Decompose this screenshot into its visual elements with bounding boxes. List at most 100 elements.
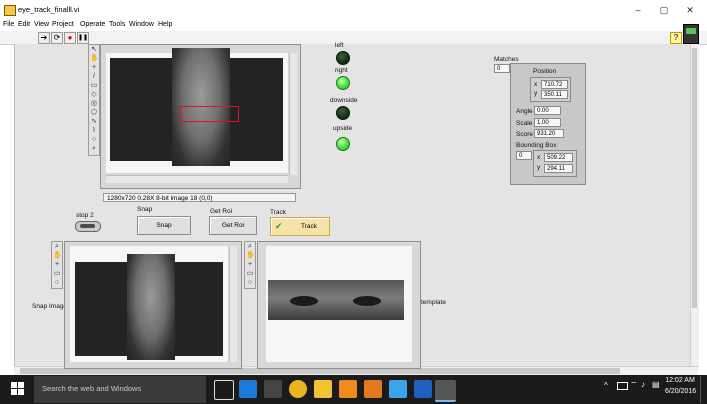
annulus-tool-icon[interactable]: ◎: [90, 100, 98, 108]
freehand-tool-icon[interactable]: ∿: [90, 118, 98, 126]
skype-icon[interactable]: [389, 380, 407, 398]
pan-tool-icon[interactable]: ✋: [53, 252, 62, 260]
camera-image-display[interactable]: [100, 44, 301, 189]
context-help-button[interactable]: ?: [670, 32, 682, 44]
menu-window[interactable]: Window: [129, 21, 154, 28]
matches-index[interactable]: 0: [494, 64, 510, 73]
line-tool-icon[interactable]: /: [90, 73, 98, 81]
pan-tool-icon[interactable]: ✋: [246, 252, 255, 260]
position-cluster: x 710.72 y 350.11: [530, 77, 571, 102]
store-icon[interactable]: [264, 380, 282, 398]
notification-icon[interactable]: ▤: [652, 380, 660, 389]
broken-line-tool-icon[interactable]: ⌇: [90, 127, 98, 135]
menu-operate[interactable]: Operate: [80, 21, 105, 28]
track-caption: Track: [270, 209, 287, 216]
angle-value: 0.00: [534, 106, 561, 115]
point-tool-icon[interactable]: +: [53, 261, 61, 269]
get-roi-button[interactable]: Get Roi: [209, 216, 257, 235]
zoom-tool-icon[interactable]: ⌕: [90, 145, 98, 153]
minimize-button[interactable]: –: [631, 4, 645, 16]
oval-tool-icon[interactable]: ○: [90, 136, 98, 144]
pan-tool-icon[interactable]: ✋: [90, 55, 99, 63]
bounding-box-y-label: y: [537, 164, 541, 171]
rectangle-tool-icon[interactable]: ▭: [90, 82, 98, 90]
menu-project[interactable]: Project: [52, 21, 74, 28]
word-icon[interactable]: [414, 380, 432, 398]
menu-help[interactable]: Help: [158, 21, 172, 28]
menu-tools[interactable]: Tools: [109, 21, 125, 28]
run-continuously-button[interactable]: ⟳: [51, 32, 63, 44]
maximize-button[interactable]: ▢: [657, 4, 671, 16]
vertical-scrollbar[interactable]: [690, 44, 699, 367]
template-image-area: [266, 246, 412, 362]
template-display[interactable]: [257, 241, 421, 369]
snap-image-display[interactable]: [64, 241, 242, 369]
snap-image-vscroll[interactable]: [229, 246, 237, 362]
scale-label: Scale: [516, 120, 533, 127]
title-bar: eye_track_finalll.vi – ▢ ✕: [0, 0, 707, 21]
stop-toggle-indicator: [80, 224, 95, 228]
pause-button[interactable]: ❚❚: [77, 32, 89, 44]
rotated-rect-tool-icon[interactable]: ◇: [90, 91, 98, 99]
snap-button[interactable]: Snap: [137, 216, 191, 235]
clock-time[interactable]: 12:02 AM: [665, 377, 695, 384]
image-status-bar: 1280x720 0.28X 8-bit image 18 (0,0): [103, 193, 296, 202]
position-x-value: 710.72: [541, 80, 568, 89]
taskbar-search-placeholder: Search the web and Windows: [42, 384, 142, 393]
zoom-tool-icon[interactable]: ⌕: [53, 243, 61, 251]
zoom-tool-icon[interactable]: ⌕: [246, 243, 254, 251]
point-tool-icon[interactable]: +: [246, 261, 254, 269]
chrome-icon[interactable]: [289, 380, 307, 398]
menu-bar: [0, 20, 707, 31]
menu-file[interactable]: File: [3, 21, 14, 28]
bounding-box-index[interactable]: 0: [516, 151, 532, 160]
snap-image: [75, 254, 223, 360]
polygon-tool-icon[interactable]: ⬠: [90, 109, 98, 117]
media-app-icon[interactable]: [364, 380, 382, 398]
camera-image: [110, 48, 283, 166]
template-tools-palette: ⌕ ✋ + ▭ ○: [244, 241, 256, 289]
get-roi-caption: Get Roi: [210, 208, 233, 215]
camera-image-hscroll[interactable]: [106, 175, 288, 183]
vertical-scroll-thumb[interactable]: [692, 48, 697, 308]
template-label: template: [421, 299, 446, 306]
task-view-icon[interactable]: [214, 380, 234, 400]
labview-app-icon: [4, 5, 16, 16]
rectangle-tool-icon[interactable]: ▭: [246, 270, 254, 278]
snap-caption: Snap: [137, 206, 153, 213]
image-tools-palette: ↖ ✋ + / ▭ ◇ ◎ ⬠ ∿ ⌇ ○ ⌕: [88, 44, 100, 156]
battery-icon[interactable]: [617, 382, 628, 390]
camera-image-vscroll[interactable]: [289, 53, 297, 175]
menu-view[interactable]: View: [34, 21, 49, 28]
snap-image-tools-palette: ⌕ ✋ + ▭ ○: [51, 241, 63, 289]
track-button[interactable]: ✔ Track: [270, 217, 330, 236]
file-explorer-icon[interactable]: [314, 380, 332, 398]
close-button[interactable]: ✕: [683, 4, 697, 16]
position-label: Position: [533, 68, 557, 75]
rectangle-tool-icon[interactable]: ▭: [53, 270, 61, 278]
tray-chevron-icon[interactable]: ^: [604, 381, 608, 390]
stop-toggle[interactable]: [75, 221, 101, 232]
track-button-label: Track: [300, 223, 317, 230]
angle-label: Angle: [516, 108, 533, 115]
snap-image-area: [70, 246, 228, 362]
led-left-label: left: [335, 42, 344, 49]
vlc-icon[interactable]: [339, 380, 357, 398]
windows-start-icon[interactable]: [11, 382, 25, 396]
labview-taskbar-icon[interactable]: [435, 380, 456, 402]
oval-tool-icon[interactable]: ○: [246, 279, 254, 287]
abort-button[interactable]: ●: [64, 32, 76, 44]
oval-tool-icon[interactable]: ○: [53, 279, 61, 287]
template-image: [268, 280, 404, 320]
point-tool-icon[interactable]: +: [90, 64, 98, 72]
edge-browser-icon[interactable]: [239, 380, 257, 398]
volume-icon[interactable]: ♪: [641, 380, 645, 389]
clock-date[interactable]: 6/20/2016: [665, 388, 696, 395]
run-button[interactable]: ➔: [38, 32, 50, 44]
pointer-tool-icon[interactable]: ↖: [90, 46, 98, 54]
menu-edit[interactable]: Edit: [18, 21, 30, 28]
bounding-box-y-value: 294.11: [544, 164, 573, 173]
taskbar-search-box[interactable]: Search the web and Windows: [34, 376, 206, 403]
network-icon[interactable]: ⌔: [630, 380, 638, 390]
show-desktop-button[interactable]: [700, 376, 707, 403]
